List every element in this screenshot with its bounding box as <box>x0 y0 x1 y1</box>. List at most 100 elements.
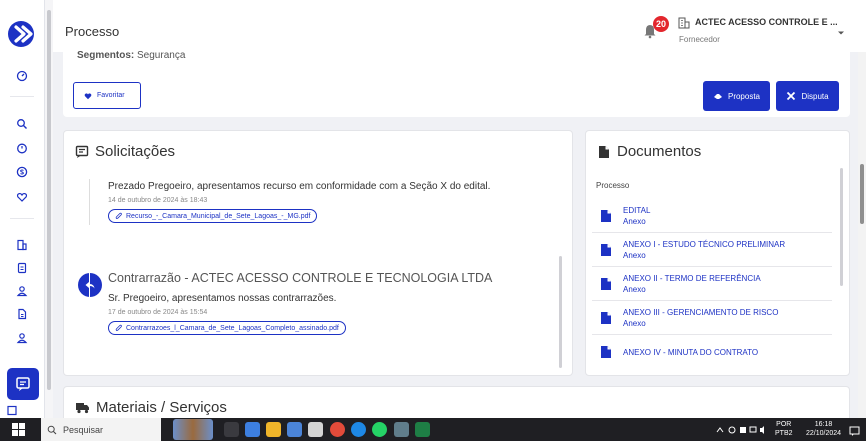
company-name[interactable]: ACTEC ACESSO CONTROLE E ... <box>695 17 838 27</box>
task-view-icon[interactable] <box>224 422 239 437</box>
widgets-icon[interactable] <box>245 422 260 437</box>
document-icon <box>601 277 611 290</box>
proposal-label: Proposta <box>727 91 761 101</box>
sidebar-scrollbar[interactable] <box>45 0 53 418</box>
system-tray[interactable] <box>716 418 766 441</box>
dollar-icon[interactable] <box>15 165 29 179</box>
page-scrollbar[interactable] <box>858 52 866 418</box>
paperclip-icon <box>115 324 122 331</box>
document-item[interactable]: ANEXO I - ESTUDO TÉCNICO PRELIMINAR Anexo <box>592 233 832 267</box>
materials-header: Materiais / Serviços <box>75 399 227 416</box>
document-type: Anexo <box>623 250 646 260</box>
document-icon <box>601 346 611 358</box>
document-item[interactable]: EDITAL Anexo <box>592 199 832 233</box>
whatsapp-icon[interactable] <box>372 422 387 437</box>
process-summary-card: Segmentos: Segurança Favoritar Proposta … <box>63 50 850 117</box>
page-title: Processo <box>65 24 120 39</box>
taskbar-search-placeholder: Pesquisar <box>63 424 104 435</box>
file-solid-icon <box>599 145 609 158</box>
materials-title: Materiais / Serviços <box>96 399 227 416</box>
file-icon[interactable] <box>15 307 29 321</box>
search-icon[interactable] <box>15 117 29 131</box>
dispute-button[interactable]: Disputa <box>776 81 839 111</box>
tray-icons <box>716 425 764 434</box>
segment-label: Segmentos: <box>77 50 135 61</box>
document-type: Anexo <box>623 318 646 328</box>
chevron-down-icon[interactable] <box>836 25 846 35</box>
requests-card: Solicitações Prezado Pregoeiro, apresent… <box>63 130 573 376</box>
handshake-icon <box>713 94 722 99</box>
comment-icon <box>75 145 89 158</box>
document-type: Anexo <box>623 284 646 294</box>
heart-icon[interactable] <box>15 190 29 204</box>
attachment-name: Recurso_-_Camara_Municipal_de_Sete_Lagoa… <box>126 212 311 220</box>
favorite-button[interactable]: Favoritar <box>73 82 141 109</box>
chat-button[interactable] <box>7 368 39 400</box>
document-name: ANEXO I - ESTUDO TÉCNICO PRELIMINAR <box>623 239 786 249</box>
chrome-icon[interactable] <box>330 422 345 437</box>
documents-list: EDITAL Anexo ANEXO I - ESTUDO TÉCNICO PRE… <box>592 199 832 369</box>
documents-card: Documentos Processo EDITAL Anexo ANEXO I … <box>585 130 850 376</box>
language-code: POR <box>776 421 792 428</box>
dashboard-icon[interactable] <box>15 69 29 83</box>
clock-date: 22/10/2024 <box>806 430 842 437</box>
attachment-link[interactable]: Contrarrazoes_l_Camara_de_Sete_Lagoas_Co… <box>108 321 346 335</box>
browser-icon[interactable] <box>351 422 366 437</box>
documents-title: Documentos <box>617 143 702 160</box>
sidebar <box>0 0 45 418</box>
top-header: Processo 20 ACTEC ACESSO CONTROLE E ... … <box>53 0 866 52</box>
heart-icon <box>84 92 92 99</box>
file-explorer-icon[interactable] <box>266 422 281 437</box>
documents-scrollbar[interactable] <box>840 168 843 286</box>
document-icon[interactable] <box>15 261 29 275</box>
document-item[interactable]: ANEXO II - TERMO DE REFERÊNCIA Anexo <box>592 267 832 301</box>
edge-icon[interactable] <box>287 422 302 437</box>
building-icon[interactable] <box>15 238 29 252</box>
document-icon <box>601 243 611 256</box>
favorite-label: Favoritar <box>97 92 125 99</box>
input-language[interactable]: POR PTB2 <box>775 420 793 438</box>
document-name: ANEXO III - GERENCIAMENTO DE RISCO <box>623 307 779 317</box>
taskbar-clock[interactable]: 16:18 22/10/2024 <box>806 420 841 438</box>
dispute-label: Disputa <box>801 91 829 101</box>
chat-icon <box>16 377 30 391</box>
swords-icon <box>787 91 796 101</box>
request-date: 14 de outubro de 2024 às 18:43 <box>108 197 208 204</box>
user-role: Fornecedor <box>679 35 720 44</box>
calculator-icon[interactable] <box>394 422 409 437</box>
document-item[interactable]: ANEXO IV - MINUTA DO CONTRATO <box>592 335 832 369</box>
documents-header: Documentos <box>597 143 701 160</box>
counter-reason-item: Contrarrazão - ACTEC ACESSO CONTROLE E T… <box>89 270 499 337</box>
user-alt-icon[interactable] <box>15 331 29 345</box>
user-icon[interactable] <box>15 284 29 298</box>
document-item[interactable]: ANEXO III - GERENCIAMENTO DE RISCO Anexo <box>592 301 832 335</box>
excel-icon[interactable] <box>415 422 430 437</box>
counter-reason-text: Sr. Pregoeiro, apresentamos nossas contr… <box>108 293 337 304</box>
document-type: Anexo <box>623 216 646 226</box>
document-icon <box>601 311 611 324</box>
clock-icon[interactable] <box>15 141 29 155</box>
windows-taskbar: Pesquisar POR PTB2 16:18 22/10/2024 <box>0 418 866 441</box>
counter-reason-date: 17 de outubro de 2024 às 15:54 <box>108 309 208 316</box>
attachment-name: Contrarrazoes_l_Camara_de_Sete_Lagoas_Co… <box>126 324 339 332</box>
paperclip-icon <box>115 212 122 219</box>
app-logo[interactable] <box>7 20 37 48</box>
windows-start-icon[interactable] <box>12 423 25 436</box>
proposal-button[interactable]: Proposta <box>703 81 770 111</box>
sidebar-divider <box>10 218 34 219</box>
document-name: ANEXO IV - MINUTA DO CONTRATO <box>623 347 759 357</box>
request-text: Prezado Pregoeiro, apresentamos recurso … <box>108 181 491 192</box>
notification-center-icon[interactable] <box>849 424 860 436</box>
sidebar-divider <box>10 96 34 97</box>
truck-icon <box>76 403 89 414</box>
calendar-icon[interactable] <box>5 403 19 417</box>
segment-value: Segurança <box>137 50 186 61</box>
search-highlight-image[interactable] <box>173 419 213 440</box>
company-building-icon <box>678 16 690 29</box>
notification-badge: 20 <box>653 16 670 32</box>
document-name: ANEXO II - TERMO DE REFERÊNCIA <box>623 273 761 283</box>
attachment-link[interactable]: Recurso_-_Camara_Municipal_de_Sete_Lagoa… <box>108 209 318 223</box>
taskbar-search[interactable]: Pesquisar <box>41 418 161 441</box>
store-icon[interactable] <box>308 422 323 437</box>
requests-scrollbar[interactable] <box>559 256 562 368</box>
